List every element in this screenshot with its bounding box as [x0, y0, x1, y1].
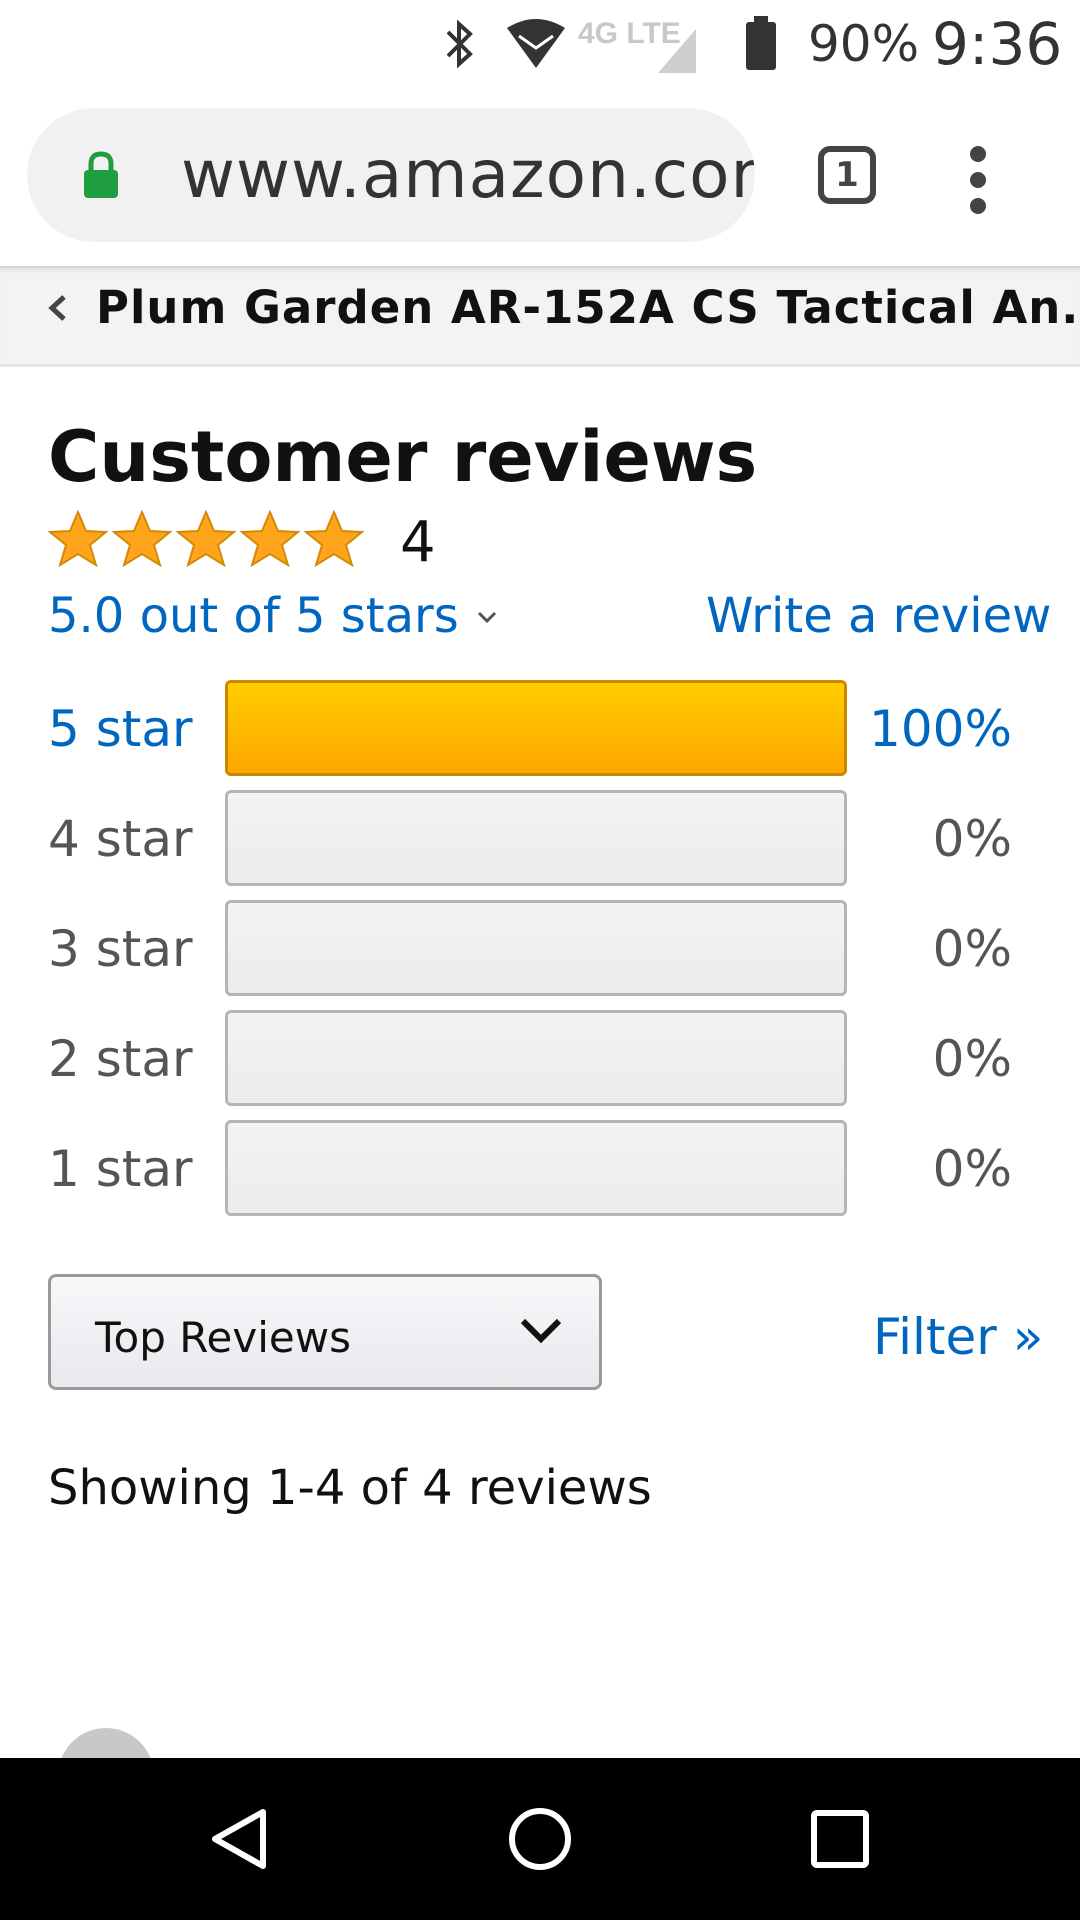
filter-link[interactable]: Filter »: [873, 1308, 1043, 1366]
histogram-bar[interactable]: [225, 680, 847, 776]
chevron-left-icon: [46, 290, 68, 334]
back-triangle-icon: [212, 1809, 266, 1869]
average-rating-link[interactable]: 5.0 out of 5 stars: [48, 588, 497, 644]
sort-dropdown[interactable]: Top Reviews: [48, 1274, 602, 1390]
status-bar: 4G LTE 90% 9:36: [0, 0, 1080, 88]
histogram-star-label: 3 star: [48, 920, 193, 978]
home-button[interactable]: [460, 1758, 620, 1920]
bluetooth-icon: [440, 0, 480, 88]
chevron-down-icon: [477, 601, 497, 631]
histogram-star-label: 2 star: [48, 1030, 193, 1088]
chevron-down-icon: [517, 1307, 565, 1359]
average-rating-label: 5.0 out of 5 stars: [48, 588, 459, 644]
histogram-percent: 0%: [932, 810, 1012, 868]
page-title: Customer reviews: [48, 416, 758, 498]
clock: 9:36: [932, 10, 1063, 78]
histogram-star-label[interactable]: 5 star: [48, 700, 193, 758]
tab-switcher-button[interactable]: 1: [818, 146, 876, 204]
histogram-percent[interactable]: 100%: [869, 700, 1012, 758]
sort-selected-value: Top Reviews: [95, 1313, 351, 1362]
breadcrumb[interactable]: Plum Garden AR-152A CS Tactical An...: [0, 266, 1080, 367]
star-rating: [48, 510, 364, 568]
star-icon: [112, 510, 172, 568]
histogram-bar: [225, 900, 847, 996]
histogram-row: 2 star 0%: [0, 1010, 1080, 1110]
histogram-percent: 0%: [932, 920, 1012, 978]
review-count-summary: Showing 1-4 of 4 reviews: [48, 1460, 652, 1516]
overflow-menu-icon[interactable]: [970, 146, 988, 224]
histogram-percent: 0%: [932, 1140, 1012, 1198]
address-bar[interactable]: www.amazon.com: [27, 108, 755, 242]
star-icon: [304, 510, 364, 568]
recents-button[interactable]: [760, 1758, 920, 1920]
rating-count: 4: [400, 510, 436, 575]
signal-icon: 4G LTE: [578, 0, 698, 88]
histogram-bar-fill: [228, 683, 844, 773]
wifi-icon: [505, 0, 567, 88]
histogram-row[interactable]: 5 star 100%: [0, 680, 1080, 780]
histogram-row: 3 star 0%: [0, 900, 1080, 1000]
histogram-row: 1 star 0%: [0, 1120, 1080, 1220]
star-icon: [240, 510, 300, 568]
battery-percent: 90%: [808, 15, 920, 73]
star-icon: [176, 510, 236, 568]
recents-square-icon: [811, 1810, 869, 1868]
battery-icon: [742, 0, 782, 88]
histogram-star-label: 4 star: [48, 810, 193, 868]
product-title[interactable]: Plum Garden AR-152A CS Tactical An...: [96, 285, 1080, 330]
back-button[interactable]: [160, 1758, 320, 1920]
histogram-percent: 0%: [932, 1030, 1012, 1088]
system-navigation-bar: [0, 1758, 1080, 1920]
histogram-bar: [225, 790, 847, 886]
network-type-label: 4G LTE: [578, 17, 681, 50]
histogram-row: 4 star 0%: [0, 790, 1080, 890]
write-review-link[interactable]: Write a review: [706, 588, 1051, 644]
histogram-bar: [225, 1010, 847, 1106]
histogram-star-label: 1 star: [48, 1140, 193, 1198]
url-text: www.amazon.com: [181, 136, 755, 213]
browser-toolbar: www.amazon.com 1: [0, 88, 1080, 266]
star-icon: [48, 510, 108, 568]
home-circle-icon: [509, 1808, 571, 1870]
lock-icon: [81, 150, 121, 204]
histogram-bar: [225, 1120, 847, 1216]
